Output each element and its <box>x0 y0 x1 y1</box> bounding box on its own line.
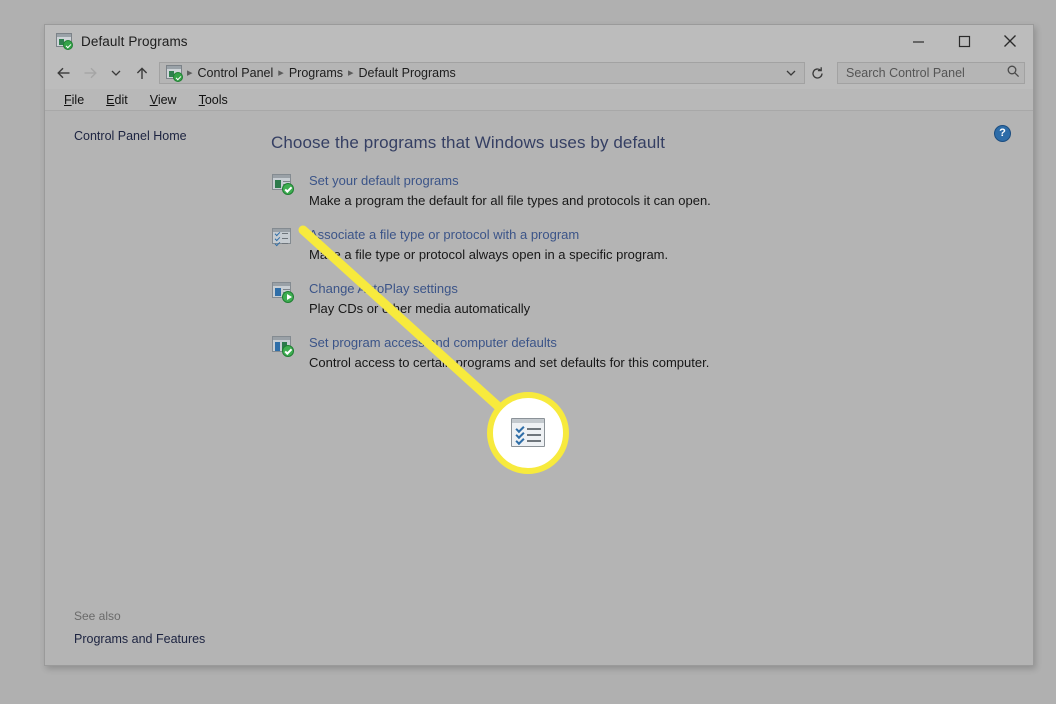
menu-label-file-rest: ile <box>71 92 85 107</box>
task-link[interactable]: Associate a file type or protocol with a… <box>309 226 668 243</box>
menu-label-edit-rest: dit <box>114 92 128 107</box>
menu-item-view[interactable]: View <box>139 93 188 107</box>
minimize-icon[interactable] <box>895 25 941 57</box>
breadcrumb-item-programs[interactable]: Programs <box>286 66 346 80</box>
see-also-section: See also Programs and Features <box>45 607 245 648</box>
refresh-icon[interactable] <box>805 60 829 86</box>
default-programs-icon <box>55 32 73 50</box>
default-programs-icon <box>165 64 183 82</box>
menu-label-view-rest: iew <box>157 92 177 107</box>
menu-item-file[interactable]: File <box>53 93 95 107</box>
task-link[interactable]: Change AutoPlay settings <box>309 280 530 297</box>
breadcrumb-bar[interactable]: ▸ Control Panel ▸ Programs ▸ Default Pro… <box>159 62 805 84</box>
window-body: Control Panel Home See also Programs and… <box>45 111 1033 665</box>
associate-file-type-icon <box>271 226 295 250</box>
default-programs-window: Default Programs ▸ Control Panel ▸ Progr… <box>44 24 1034 666</box>
set-program-access-icon <box>271 334 295 358</box>
task-list: Set your default programs Make a program… <box>271 171 1013 373</box>
task-description: Make a program the default for all file … <box>309 193 711 208</box>
menu-item-tools[interactable]: Tools <box>188 93 239 107</box>
back-arrow-icon[interactable] <box>51 60 77 86</box>
sidebar-item-programs-and-features[interactable]: Programs and Features <box>45 630 245 648</box>
search-input[interactable]: Search Control Panel <box>837 62 1025 84</box>
menu-item-edit[interactable]: Edit <box>95 93 139 107</box>
page-title: Choose the programs that Windows uses by… <box>271 133 666 152</box>
title-bar: Default Programs <box>45 25 1033 57</box>
change-autoplay-settings-icon <box>271 280 295 304</box>
search-placeholder: Search Control Panel <box>846 66 965 80</box>
search-icon[interactable] <box>1006 64 1020 83</box>
task-link[interactable]: Set program access and computer defaults <box>309 334 709 351</box>
task-item-set-program-access[interactable]: Set program access and computer defaults… <box>271 333 1013 373</box>
breadcrumb-separator: ▸ <box>278 67 284 80</box>
help-icon[interactable]: ? <box>994 125 1011 142</box>
set-default-programs-icon <box>271 172 295 196</box>
breadcrumb-item-default-programs[interactable]: Default Programs <box>356 66 459 80</box>
maximize-icon[interactable] <box>941 25 987 57</box>
breadcrumb-separator: ▸ <box>187 67 193 80</box>
task-link[interactable]: Set your default programs <box>309 172 711 189</box>
up-arrow-icon[interactable] <box>129 60 155 86</box>
window-title: Default Programs <box>81 33 188 49</box>
content-pane: ? Choose the programs that Windows uses … <box>245 111 1033 665</box>
breadcrumb: ▸ Control Panel ▸ Programs ▸ Default Pro… <box>164 64 782 82</box>
task-description: Make a file type or protocol always open… <box>309 247 669 262</box>
see-also-label: See also <box>74 609 121 623</box>
task-description: Control access to certain programs and s… <box>309 355 710 370</box>
window-controls <box>895 25 1033 57</box>
task-description: Play CDs or other media automatically <box>309 301 531 316</box>
history-chevron-icon[interactable] <box>103 60 129 86</box>
breadcrumb-separator: ▸ <box>348 67 354 80</box>
task-item-change-autoplay-settings[interactable]: Change AutoPlay settings Play CDs or oth… <box>271 279 1013 319</box>
chevron-down-icon[interactable] <box>782 68 800 78</box>
task-item-set-default-programs[interactable]: Set your default programs Make a program… <box>271 171 1013 211</box>
menu-label-tools-rest: ools <box>204 92 228 107</box>
sidebar-item-control-panel-home[interactable]: Control Panel Home <box>45 127 245 145</box>
forward-arrow-icon <box>77 60 103 86</box>
menu-bar: File Edit View Tools <box>45 89 1033 111</box>
close-icon[interactable] <box>987 25 1033 57</box>
sidebar: Control Panel Home See also Programs and… <box>45 111 245 665</box>
breadcrumb-item-control-panel[interactable]: Control Panel <box>195 66 277 80</box>
address-bar: ▸ Control Panel ▸ Programs ▸ Default Pro… <box>45 57 1033 89</box>
task-item-associate-file-type[interactable]: Associate a file type or protocol with a… <box>271 225 1013 265</box>
